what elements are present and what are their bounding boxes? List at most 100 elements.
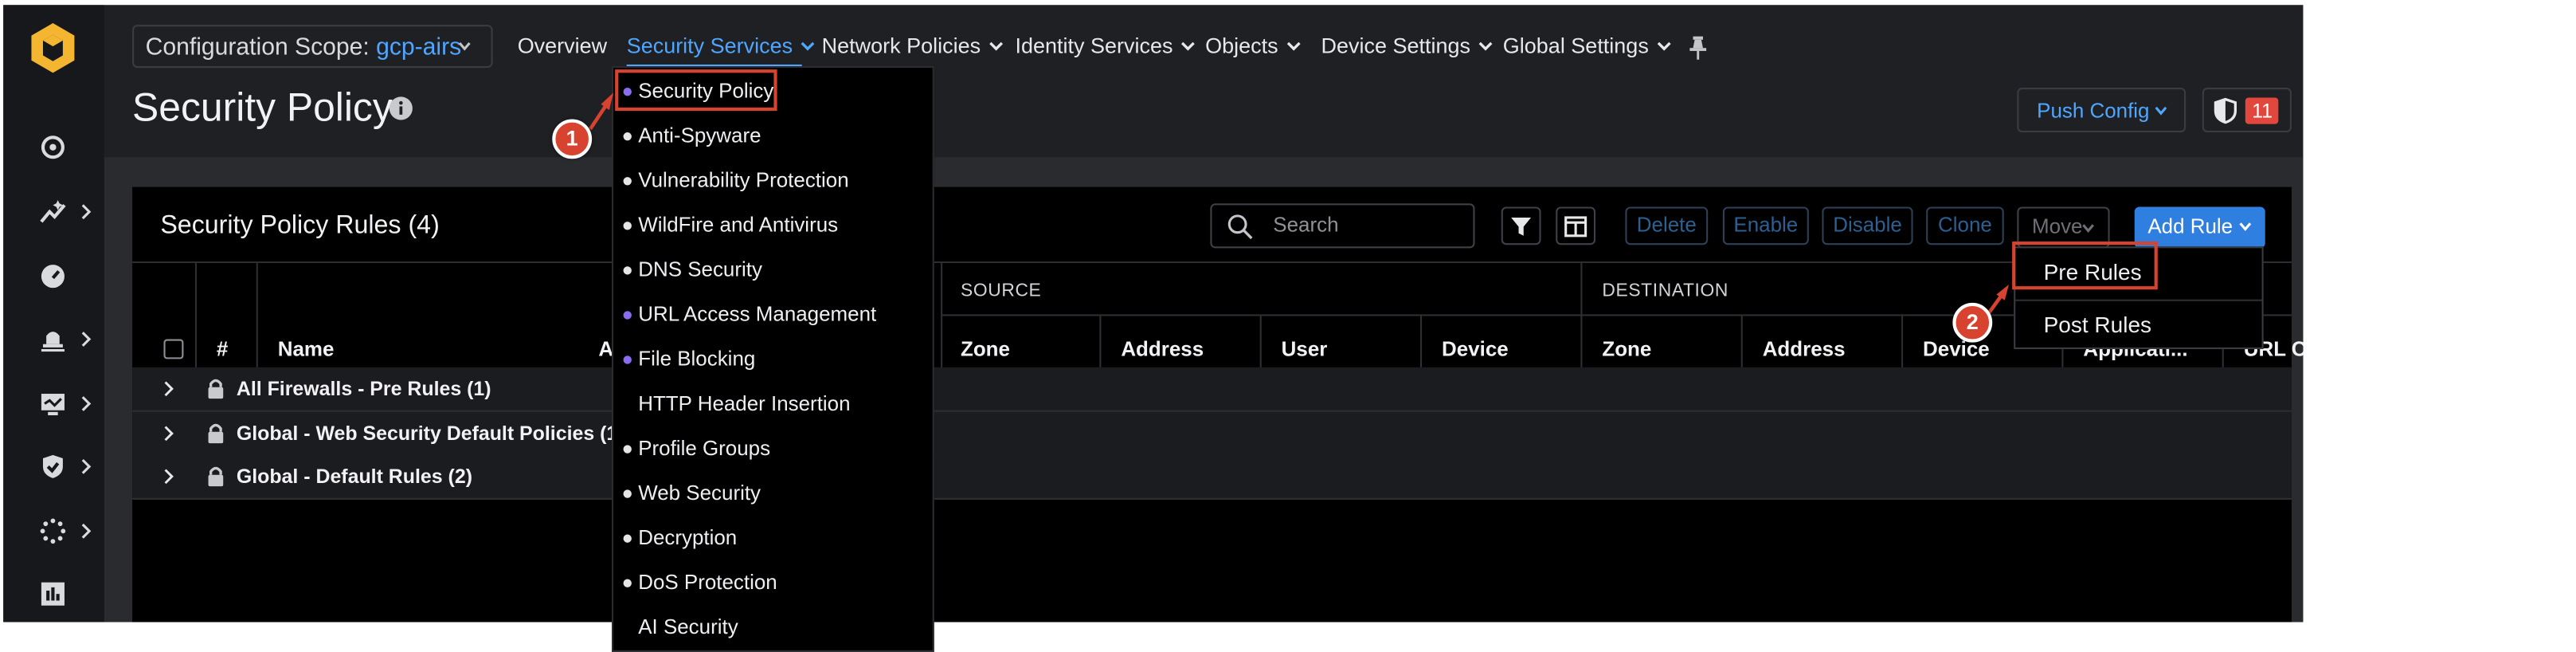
menu-item-label: DoS Protection (638, 571, 777, 595)
enable-button[interactable]: Enable (1722, 206, 1809, 245)
column-header-destination-zone[interactable]: Zone (1602, 336, 1651, 362)
column-header-name[interactable]: Name (278, 336, 335, 362)
chevron-right-icon (81, 523, 92, 539)
panel-title: Security Policy Rules (4) (160, 211, 440, 240)
security-services-menu: Security Policy Anti-Spyware Vulnerabili… (612, 66, 934, 652)
menu-item-post-rules[interactable]: Post Rules (2015, 299, 2262, 349)
nav-device-settings-label: Device Settings (1321, 33, 1470, 58)
expand-chevron-icon[interactable] (163, 425, 174, 442)
menu-item-web-security[interactable]: Web Security (613, 472, 933, 516)
menu-item-label: Web Security (638, 481, 761, 505)
expand-chevron-icon[interactable] (163, 380, 174, 397)
status-dot (623, 489, 632, 498)
push-config-button[interactable]: Push Config (2017, 88, 2186, 133)
configuration-scope-selector[interactable]: Configuration Scope: gcp-airs (132, 25, 493, 69)
alerts-button[interactable]: 11 (2202, 88, 2292, 133)
rule-group-label: Global - Web Security Default Policies (… (236, 422, 624, 446)
menu-item-url-access-management[interactable]: URL Access Management (613, 293, 933, 337)
expand-chevron-icon[interactable] (163, 468, 174, 485)
rail-item-reports[interactable] (3, 569, 104, 619)
rail-item-home[interactable] (3, 123, 104, 172)
status-dot (623, 311, 632, 320)
chevron-down-icon (2239, 222, 2252, 231)
chevron-down-icon (458, 41, 471, 51)
menu-item-profile-groups[interactable]: Profile Groups (613, 427, 933, 472)
group-header-source: SOURCE (960, 281, 1042, 301)
status-dot (623, 534, 632, 543)
pin-icon[interactable] (1688, 35, 1708, 61)
disable-button[interactable]: Disable (1822, 206, 1913, 245)
nav-overview[interactable]: Overview (518, 29, 607, 63)
column-header-source-zone[interactable]: Zone (961, 336, 1010, 362)
column-header-source-user[interactable]: User (1282, 336, 1328, 362)
menu-item-wildfire-antivirus[interactable]: WildFire and Antivirus (613, 203, 933, 248)
column-divider (1420, 314, 1423, 369)
filter-button[interactable] (1501, 206, 1541, 245)
chevron-down-icon (989, 41, 1004, 51)
nav-security-services-label: Security Services (626, 33, 793, 58)
column-layout-button[interactable] (1556, 206, 1596, 245)
chevron-down-icon (1286, 41, 1301, 51)
menu-item-http-header-insertion[interactable]: HTTP Header Insertion (613, 382, 933, 426)
rail-item-workflows[interactable] (3, 506, 104, 556)
column-divider (941, 263, 943, 369)
push-config-label: Push Config (2037, 99, 2150, 123)
rule-group-label: Global - Default Rules (2) (236, 465, 473, 489)
chevron-down-icon (2082, 224, 2095, 233)
status-dot (623, 445, 632, 454)
chevron-down-icon (1181, 41, 1196, 51)
menu-item-label: HTTP Header Insertion (638, 391, 851, 416)
search-input[interactable]: Search (1210, 203, 1475, 249)
info-icon[interactable] (389, 96, 413, 120)
clone-button[interactable]: Clone (1926, 206, 2004, 245)
nav-device-settings[interactable]: Device Settings (1321, 29, 1494, 63)
rail-item-dashboards[interactable] (3, 252, 104, 301)
menu-item-label: AI Security (638, 615, 738, 639)
column-header-source-address[interactable]: Address (1121, 336, 1204, 362)
menu-item-label: Vulnerability Protection (638, 168, 849, 192)
prisma-logo-icon[interactable] (26, 22, 79, 74)
status-dot (623, 355, 632, 364)
column-header-destination-address[interactable]: Address (1763, 336, 1846, 362)
nav-objects-label: Objects (1205, 33, 1278, 58)
menu-item-dos-protection[interactable]: DoS Protection (613, 561, 933, 606)
delete-button[interactable]: Delete (1625, 206, 1709, 245)
rail-item-monitor[interactable] (3, 379, 104, 428)
column-header-index[interactable]: # (217, 336, 228, 362)
rule-group-row[interactable]: Global - Web Security Default Policies (… (132, 411, 2292, 457)
menu-item-ai-security[interactable]: AI Security (613, 606, 933, 650)
menu-item-dns-security[interactable]: DNS Security (613, 248, 933, 293)
rail-item-insights[interactable] (3, 187, 104, 237)
status-dot (623, 177, 632, 186)
annotated-screenshot: Configuration Scope: gcp-airs Overview S… (0, 0, 2576, 652)
nav-identity-services[interactable]: Identity Services (1015, 29, 1196, 63)
column-divider (1901, 314, 1904, 369)
columns-icon (1564, 216, 1587, 238)
nav-network-policies[interactable]: Network Policies (822, 29, 1004, 63)
left-navigation-rail (3, 5, 104, 623)
rail-item-manage[interactable] (3, 442, 104, 491)
column-divider (1740, 314, 1743, 369)
menu-item-label: Profile Groups (638, 436, 771, 461)
menu-item-file-blocking[interactable]: File Blocking (613, 337, 933, 382)
menu-item-anti-spyware[interactable]: Anti-Spyware (613, 114, 933, 159)
column-header-source-device[interactable]: Device (1442, 336, 1509, 362)
menu-item-vulnerability-protection[interactable]: Vulnerability Protection (613, 159, 933, 203)
monitor-icon (41, 394, 65, 416)
chevron-down-icon (801, 41, 816, 51)
nav-security-services[interactable]: Security Services (627, 29, 816, 63)
nav-global-settings[interactable]: Global Settings (1503, 29, 1672, 63)
chevron-right-icon (81, 332, 92, 347)
filter-icon (1511, 217, 1532, 236)
rail-item-incidents[interactable] (3, 314, 104, 363)
column-divider (1580, 263, 1583, 369)
rule-group-row[interactable]: Global - Default Rules (2) (132, 454, 2292, 500)
menu-item-decryption[interactable]: Decryption (613, 516, 933, 561)
move-label: Move (2032, 214, 2083, 238)
rule-group-row[interactable]: All Firewalls - Pre Rules (1) (132, 367, 2292, 412)
chevron-right-icon (81, 204, 92, 220)
menu-item-label: Decryption (638, 526, 738, 550)
nav-objects[interactable]: Objects (1205, 29, 1302, 63)
select-all-checkbox[interactable] (163, 339, 184, 359)
column-divider (1099, 314, 1102, 369)
